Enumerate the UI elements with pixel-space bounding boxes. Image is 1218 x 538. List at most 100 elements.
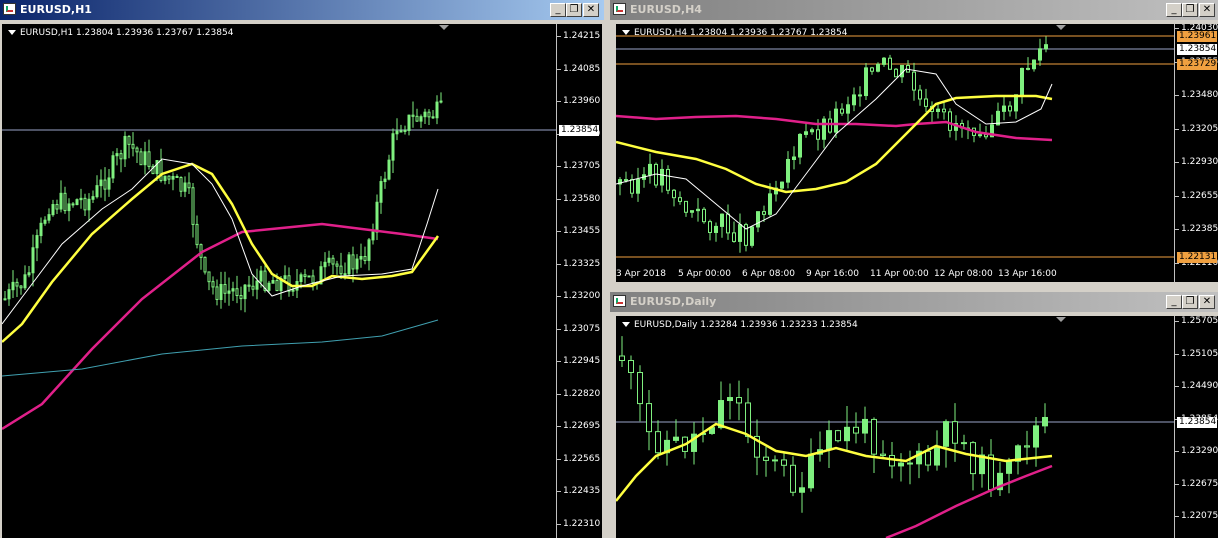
price-axis-h4[interactable]: 1.240301.237551.234801.232051.229301.226… xyxy=(1174,24,1218,282)
candles xyxy=(618,36,1048,253)
time-label: 12 Apr 08:00 xyxy=(934,269,993,279)
chart-window-h1[interactable]: EURUSD,H1 _ ❐ ✕ EURUSD,H1 1.23804 1.2393… xyxy=(0,0,604,538)
price-label: 1.22310 xyxy=(563,518,601,529)
candle-body xyxy=(31,247,35,274)
candle-body xyxy=(231,288,235,292)
ma-mid-line xyxy=(2,162,440,343)
candle-body xyxy=(311,275,315,284)
price-label: 1.25705 xyxy=(1181,316,1218,326)
price-tick xyxy=(557,231,561,232)
candle-body xyxy=(628,359,634,373)
restore-button[interactable]: ❐ xyxy=(1182,295,1198,309)
price-tick xyxy=(1175,516,1179,517)
candle-body xyxy=(648,163,652,176)
title-bar-h1[interactable]: EURUSD,H1 _ ❐ ✕ xyxy=(0,0,604,20)
candle-body xyxy=(123,135,127,160)
close-button[interactable]: ✕ xyxy=(1199,3,1215,17)
candle-body xyxy=(880,453,886,456)
candle-body xyxy=(781,459,787,466)
title-bar-daily[interactable]: EURUSD,Daily _ ❐ ✕ xyxy=(610,292,1218,312)
candle-body xyxy=(1032,59,1036,70)
candle-body xyxy=(952,421,958,444)
candle-body xyxy=(191,187,195,225)
candle-body xyxy=(619,355,625,361)
candle-body xyxy=(720,213,724,227)
candle-body xyxy=(898,462,904,467)
time-label: 13 Apr 16:00 xyxy=(998,269,1057,279)
chart-plot-h1[interactable]: EURUSD,H1 1.23804 1.23936 1.23767 1.2385… xyxy=(2,24,556,538)
candle-body xyxy=(660,168,664,186)
candle-body xyxy=(943,421,949,447)
close-button[interactable]: ✕ xyxy=(583,3,599,17)
chart-shift-marker-icon[interactable] xyxy=(1056,25,1066,30)
minimize-button[interactable]: _ xyxy=(1166,3,1182,17)
candle-body xyxy=(67,203,71,212)
candle-body xyxy=(756,211,760,228)
candle-body xyxy=(718,400,724,429)
candle-body xyxy=(846,104,850,114)
candle-body xyxy=(736,397,742,404)
chart-window-daily[interactable]: EURUSD,Daily _ ❐ ✕ EURUSD,Daily 1.23284 … xyxy=(610,292,1218,538)
candle-body xyxy=(1026,67,1030,70)
price-tick xyxy=(557,491,561,492)
price-tick xyxy=(557,68,561,70)
candle-body xyxy=(826,430,832,451)
price-tick xyxy=(557,426,561,427)
chart-shift-marker-icon[interactable] xyxy=(1056,317,1066,322)
candle-body xyxy=(876,63,880,72)
price-axis-daily[interactable]: 1.25705 1.25105 1.24490 1.23854 1.23290 1.226… xyxy=(1174,316,1218,538)
candle-body xyxy=(415,115,419,122)
candle-body xyxy=(738,224,742,242)
chart-window-icon xyxy=(3,3,16,15)
chart-window-h4[interactable]: EURUSD,H4 _ ❐ ✕ EURUSD,H4 1.23804 1.2393… xyxy=(610,0,1218,287)
close-button[interactable]: ✕ xyxy=(1199,295,1215,309)
candle-body xyxy=(961,442,967,445)
price-label: 1.23075 xyxy=(563,323,601,334)
title-bar-h4[interactable]: EURUSD,H4 _ ❐ ✕ xyxy=(610,0,1218,20)
candle-body xyxy=(215,286,219,300)
price-axis-h1[interactable]: 1.242151.240851.239601.238301.237051.235… xyxy=(556,24,602,538)
candle-body xyxy=(786,158,790,183)
candle-body xyxy=(219,283,223,300)
collapse-triangle-icon[interactable] xyxy=(622,322,630,327)
candle-body xyxy=(71,203,75,206)
candle-body xyxy=(303,274,307,277)
candle-body xyxy=(988,454,994,491)
symbol-info-h4: EURUSD,H4 1.23804 1.23936 1.23767 1.2385… xyxy=(622,28,847,38)
window-title-h1: EURUSD,H1 xyxy=(20,3,92,16)
candle-body xyxy=(271,280,275,284)
candle-body xyxy=(792,156,796,160)
candle-body xyxy=(894,68,898,78)
price-tick xyxy=(557,101,561,102)
chart-plot-h4[interactable]: EURUSD,H4 1.23804 1.23936 1.23767 1.2385… xyxy=(616,24,1174,282)
candle-body xyxy=(696,208,700,212)
candle-body xyxy=(1033,425,1039,448)
current-price-box: 1.23854 xyxy=(1177,417,1217,428)
minimize-button[interactable]: _ xyxy=(550,3,566,17)
candle-body xyxy=(403,129,407,132)
candle-body xyxy=(255,280,259,290)
candle-body xyxy=(115,153,119,157)
candle-body xyxy=(207,271,211,283)
chart-plot-daily[interactable]: EURUSD,Daily 1.23284 1.23936 1.23233 1.2… xyxy=(616,316,1174,538)
minimize-button[interactable]: _ xyxy=(1166,295,1182,309)
candle-body xyxy=(970,442,976,475)
restore-button[interactable]: ❐ xyxy=(566,3,582,17)
candle-body xyxy=(43,219,47,224)
ma-very-slow-line xyxy=(2,319,439,377)
candle-body xyxy=(844,426,850,442)
candle-body xyxy=(918,89,922,100)
candle-body xyxy=(810,129,814,133)
restore-button[interactable]: ❐ xyxy=(1182,3,1198,17)
collapse-triangle-icon[interactable] xyxy=(8,30,16,35)
price-tick xyxy=(557,361,561,362)
price-tick xyxy=(1175,229,1179,230)
candle-body xyxy=(804,131,808,135)
candle-body xyxy=(103,179,107,190)
candle-body xyxy=(745,402,751,437)
collapse-triangle-icon[interactable] xyxy=(622,30,630,35)
candle-body xyxy=(127,135,131,145)
candle-body xyxy=(139,151,143,166)
chart-shift-marker-icon[interactable] xyxy=(439,25,449,30)
candle-body xyxy=(283,275,287,280)
